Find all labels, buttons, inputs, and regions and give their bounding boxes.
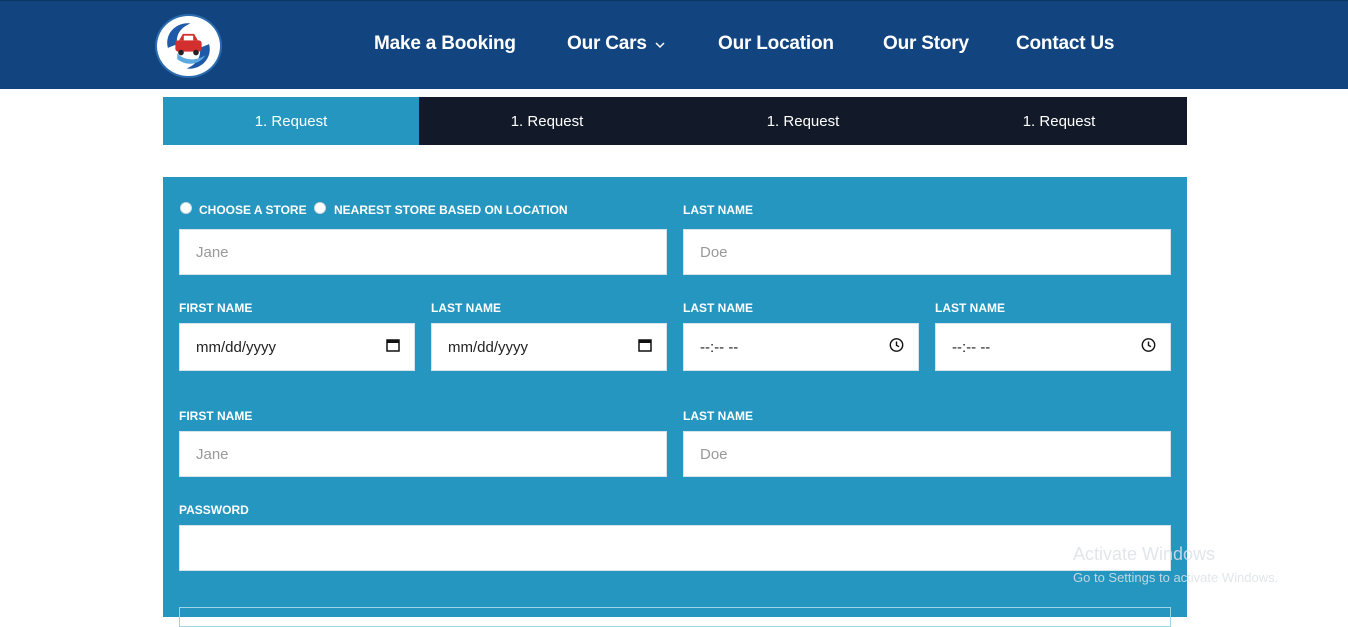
last-name-placeholder-2: Doe xyxy=(700,445,728,463)
nav-contact-us[interactable]: Contact Us xyxy=(1016,33,1114,59)
store-input[interactable]: Jane xyxy=(179,229,667,275)
radio-choose-store[interactable] xyxy=(180,202,192,214)
windows-activation-watermark: Activate Windows Go to Settings to activ… xyxy=(1073,544,1278,585)
return-time-value: --:-- -- xyxy=(952,338,991,356)
first-name-placeholder: Jane xyxy=(196,445,229,463)
return-date-value: mm/dd/yyyy xyxy=(448,338,529,356)
last-name-label: LAST NAME xyxy=(683,203,753,217)
radio-choose-store-label: CHOOSE A STORE xyxy=(199,203,307,217)
return-time-label: LAST NAME xyxy=(935,301,1005,315)
pickup-date-value: mm/dd/yyyy xyxy=(196,338,277,356)
last-name-input-2[interactable]: Doe xyxy=(683,431,1171,477)
last-name-input[interactable]: Doe xyxy=(683,229,1171,275)
return-date-input[interactable]: mm/dd/yyyy xyxy=(431,323,667,371)
nav-our-cars-label: Our Cars xyxy=(567,33,647,55)
store-input-placeholder: Jane xyxy=(196,243,229,261)
booking-form: CHOOSE A STORE NEAREST STORE BASED ON LO… xyxy=(163,177,1187,627)
radio-nearest-store-label: NEAREST STORE BASED ON LOCATION xyxy=(334,203,568,217)
step-tab-3[interactable]: 1. Request xyxy=(675,97,931,145)
step-tab-1[interactable]: 1. Request xyxy=(163,97,419,145)
return-time-input[interactable]: --:-- -- xyxy=(935,323,1171,371)
last-name-input-placeholder: Doe xyxy=(700,243,728,261)
pickup-time-value: --:-- -- xyxy=(700,338,739,356)
step-tabs: 1. Request 1. Request 1. Request 1. Requ… xyxy=(163,97,1187,145)
step-tab-4[interactable]: 1. Request xyxy=(931,97,1187,145)
calendar-icon[interactable] xyxy=(638,338,652,356)
car-logo-icon[interactable] xyxy=(155,14,222,78)
chevron-down-icon xyxy=(655,33,665,55)
watermark-subtitle: Go to Settings to activate Windows. xyxy=(1073,570,1279,585)
nav-our-story[interactable]: Our Story xyxy=(883,33,969,59)
submit-button[interactable] xyxy=(179,607,1171,627)
nav-our-cars[interactable]: Our Cars xyxy=(567,33,665,59)
return-date-label: LAST NAME xyxy=(431,301,501,315)
calendar-icon[interactable] xyxy=(386,338,400,356)
pickup-time-label: LAST NAME xyxy=(683,301,753,315)
pickup-date-label: FIRST NAME xyxy=(179,301,253,315)
pickup-date-input[interactable]: mm/dd/yyyy xyxy=(179,323,415,371)
first-name-input[interactable]: Jane xyxy=(179,431,667,477)
top-navbar: Make a Booking Our Cars Our Location Our… xyxy=(0,0,1348,89)
first-name-label: FIRST NAME xyxy=(179,409,253,423)
password-input[interactable] xyxy=(179,525,1171,571)
last-name-label-2: LAST NAME xyxy=(683,409,753,423)
watermark-title: Activate Windows xyxy=(1073,544,1216,564)
pickup-time-input[interactable]: --:-- -- xyxy=(683,323,919,371)
password-label: PASSWORD xyxy=(179,503,249,517)
clock-icon[interactable] xyxy=(1141,338,1156,357)
clock-icon[interactable] xyxy=(889,338,904,357)
nav-make-booking[interactable]: Make a Booking xyxy=(374,33,516,59)
nav-our-location[interactable]: Our Location xyxy=(718,33,834,59)
step-tab-2[interactable]: 1. Request xyxy=(419,97,675,145)
radio-nearest-store[interactable] xyxy=(314,202,326,214)
